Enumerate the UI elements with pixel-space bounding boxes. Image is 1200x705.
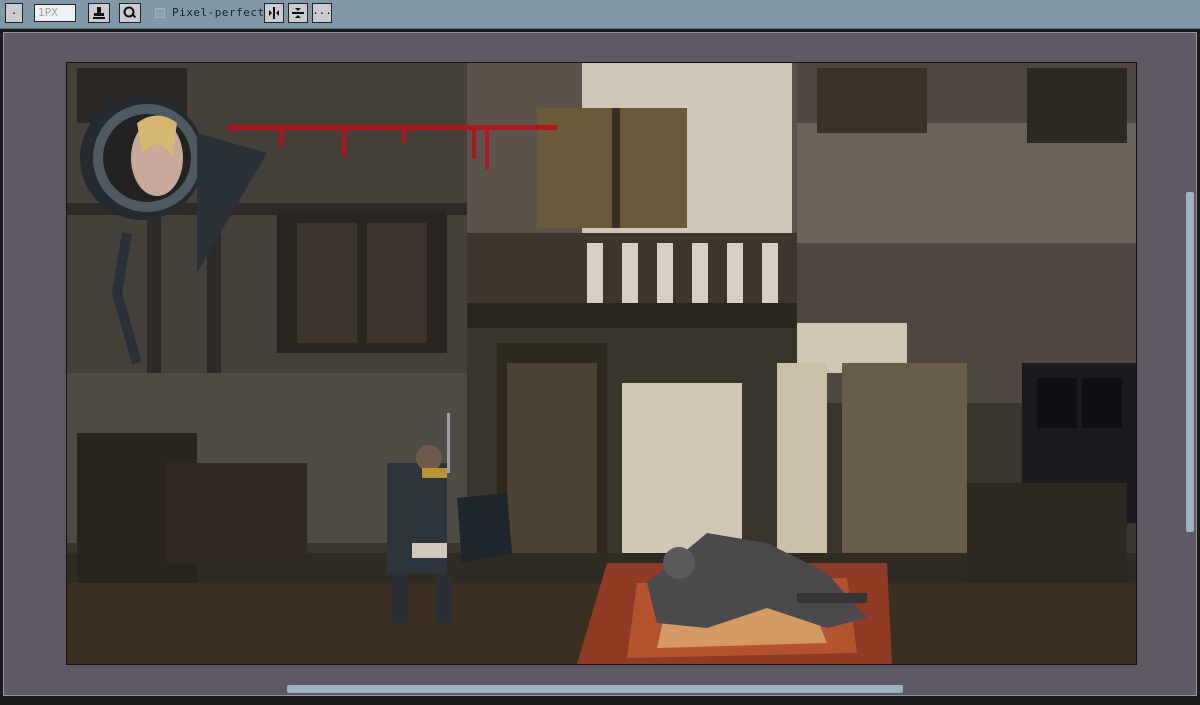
game-scene-artwork <box>67 63 1136 664</box>
flip-vertical-button[interactable] <box>288 3 308 23</box>
more-options-button[interactable]: ··· <box>312 3 332 23</box>
flip-horizontal-button[interactable] <box>264 3 284 23</box>
editor-area <box>0 29 1200 705</box>
pixel-perfect-label: Pixel-perfect <box>172 6 265 19</box>
sprite-canvas[interactable] <box>66 62 1137 665</box>
zoom-tool-button[interactable] <box>119 3 141 23</box>
stamp-tool-button[interactable] <box>88 3 110 23</box>
stamp-icon <box>93 7 105 19</box>
flip-vertical-icon <box>292 8 304 18</box>
toolbar: · 1PX Pixel-perfect ··· <box>0 0 1200 29</box>
horizontal-scrollbar-thumb[interactable] <box>287 685 903 693</box>
ellipsis-icon: ··· <box>312 6 332 20</box>
magnifier-icon <box>123 6 137 19</box>
canvas-viewport[interactable] <box>3 32 1197 696</box>
menu-dot-icon: · <box>10 6 18 20</box>
menu-button[interactable]: · <box>5 3 23 23</box>
vertical-scrollbar-thumb[interactable] <box>1186 192 1194 532</box>
brush-size-input[interactable]: 1PX <box>34 4 76 22</box>
pixel-perfect-checkbox[interactable] <box>155 8 165 18</box>
flip-horizontal-icon <box>269 7 279 19</box>
